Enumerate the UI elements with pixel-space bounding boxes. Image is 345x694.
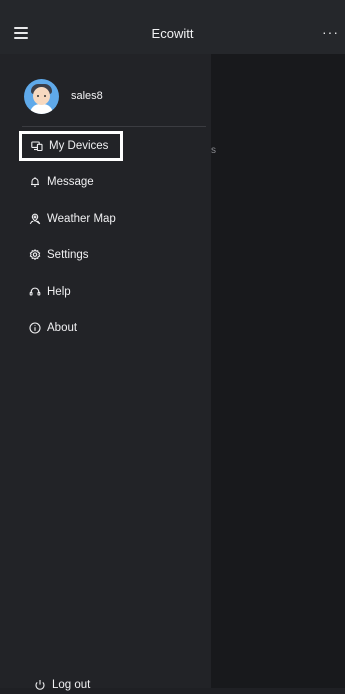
menu-item-message[interactable]: Message <box>29 172 94 192</box>
menu-item-label: My Devices <box>49 140 109 152</box>
logout-button[interactable]: Log out <box>34 678 90 692</box>
menu-item-label: Settings <box>47 249 89 261</box>
hamburger-menu-icon[interactable] <box>14 27 32 41</box>
gear-icon <box>29 249 41 261</box>
menu-item-label: About <box>47 322 78 334</box>
menu-item-my-devices[interactable]: My Devices <box>19 131 124 161</box>
map-pin-icon <box>29 213 41 225</box>
navigation-drawer: sales8 My Devices Message Weather Map Se… <box>0 54 211 691</box>
background-page-text: s <box>211 145 216 156</box>
logout-label: Log out <box>52 679 91 691</box>
menu-item-help[interactable]: Help <box>29 282 71 302</box>
app-title: Ecowitt <box>151 26 194 41</box>
menu-item-label: Message <box>47 176 94 188</box>
menu-item-label: Help <box>47 286 71 298</box>
bell-icon <box>29 176 41 188</box>
devices-icon <box>31 140 43 152</box>
main-content-overlay[interactable]: s <box>211 54 345 688</box>
menu-item-weather-map[interactable]: Weather Map <box>29 209 116 229</box>
username-label: sales8 <box>71 90 103 102</box>
help-icon <box>29 286 41 298</box>
user-avatar[interactable] <box>24 78 59 114</box>
user-profile[interactable]: sales8 <box>24 77 103 115</box>
power-icon <box>34 679 46 691</box>
menu-item-settings[interactable]: Settings <box>29 245 89 265</box>
profile-divider <box>22 126 206 127</box>
info-icon <box>29 322 41 334</box>
top-app-bar: Ecowitt ··· <box>0 0 345 54</box>
more-options-button[interactable]: ··· <box>322 24 339 40</box>
menu-item-label: Weather Map <box>47 213 116 225</box>
menu-item-about[interactable]: About <box>29 318 77 338</box>
